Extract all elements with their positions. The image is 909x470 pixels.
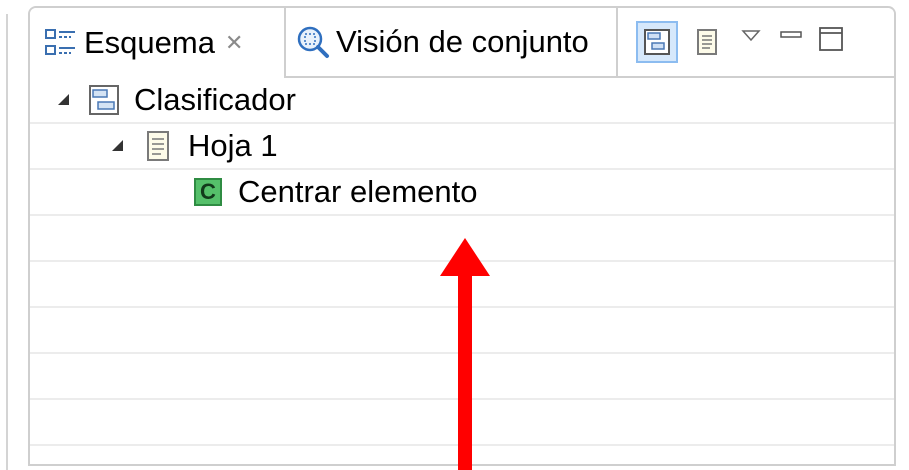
maximize-icon [819,27,843,51]
classifier-icon [89,85,119,115]
view-menu-icon [741,30,761,42]
tree-row-hoja-1[interactable]: Hoja 1 [30,124,894,170]
outline-icon [45,29,75,55]
tab-vision-label: Visión de conjunto [336,24,589,59]
minimize-button[interactable] [770,16,812,58]
screenshot: Esquema ✕ Visión de conjunto Clasificado… [0,0,909,470]
tree-node-label: Clasificador [134,82,296,117]
tab-esquema[interactable]: Esquema ✕ [30,8,286,78]
class-c-icon: C [194,178,222,206]
close-icon[interactable]: ✕ [225,31,243,56]
tree-node-label: Centrar elemento [238,174,478,209]
tree-node-label: Hoja 1 [188,128,278,163]
expanded-arrow-icon[interactable] [110,138,126,154]
sheet-view-button[interactable] [686,21,728,63]
tree-row-centrar-elemento[interactable]: C Centrar elemento [30,170,894,216]
sheet-icon [147,131,169,161]
tree-row-clasificador[interactable]: Clasificador [30,78,894,124]
maximize-button[interactable] [810,18,852,60]
adjacent-panel-edge [6,14,12,470]
expanded-arrow-icon[interactable] [56,92,72,108]
view-menu-button[interactable] [730,16,772,58]
tab-vision-de-conjunto[interactable]: Visión de conjunto [286,8,618,78]
tree-view-icon [644,29,670,55]
tab-esquema-label: Esquema [84,25,215,60]
overview-magnifier-icon [297,26,329,58]
sheet-view-icon [697,29,717,55]
red-arrow-annotation [440,238,490,470]
tab-bar: Esquema ✕ Visión de conjunto [30,8,894,78]
minimize-icon [780,31,802,38]
tree-view-button[interactable] [636,21,678,63]
